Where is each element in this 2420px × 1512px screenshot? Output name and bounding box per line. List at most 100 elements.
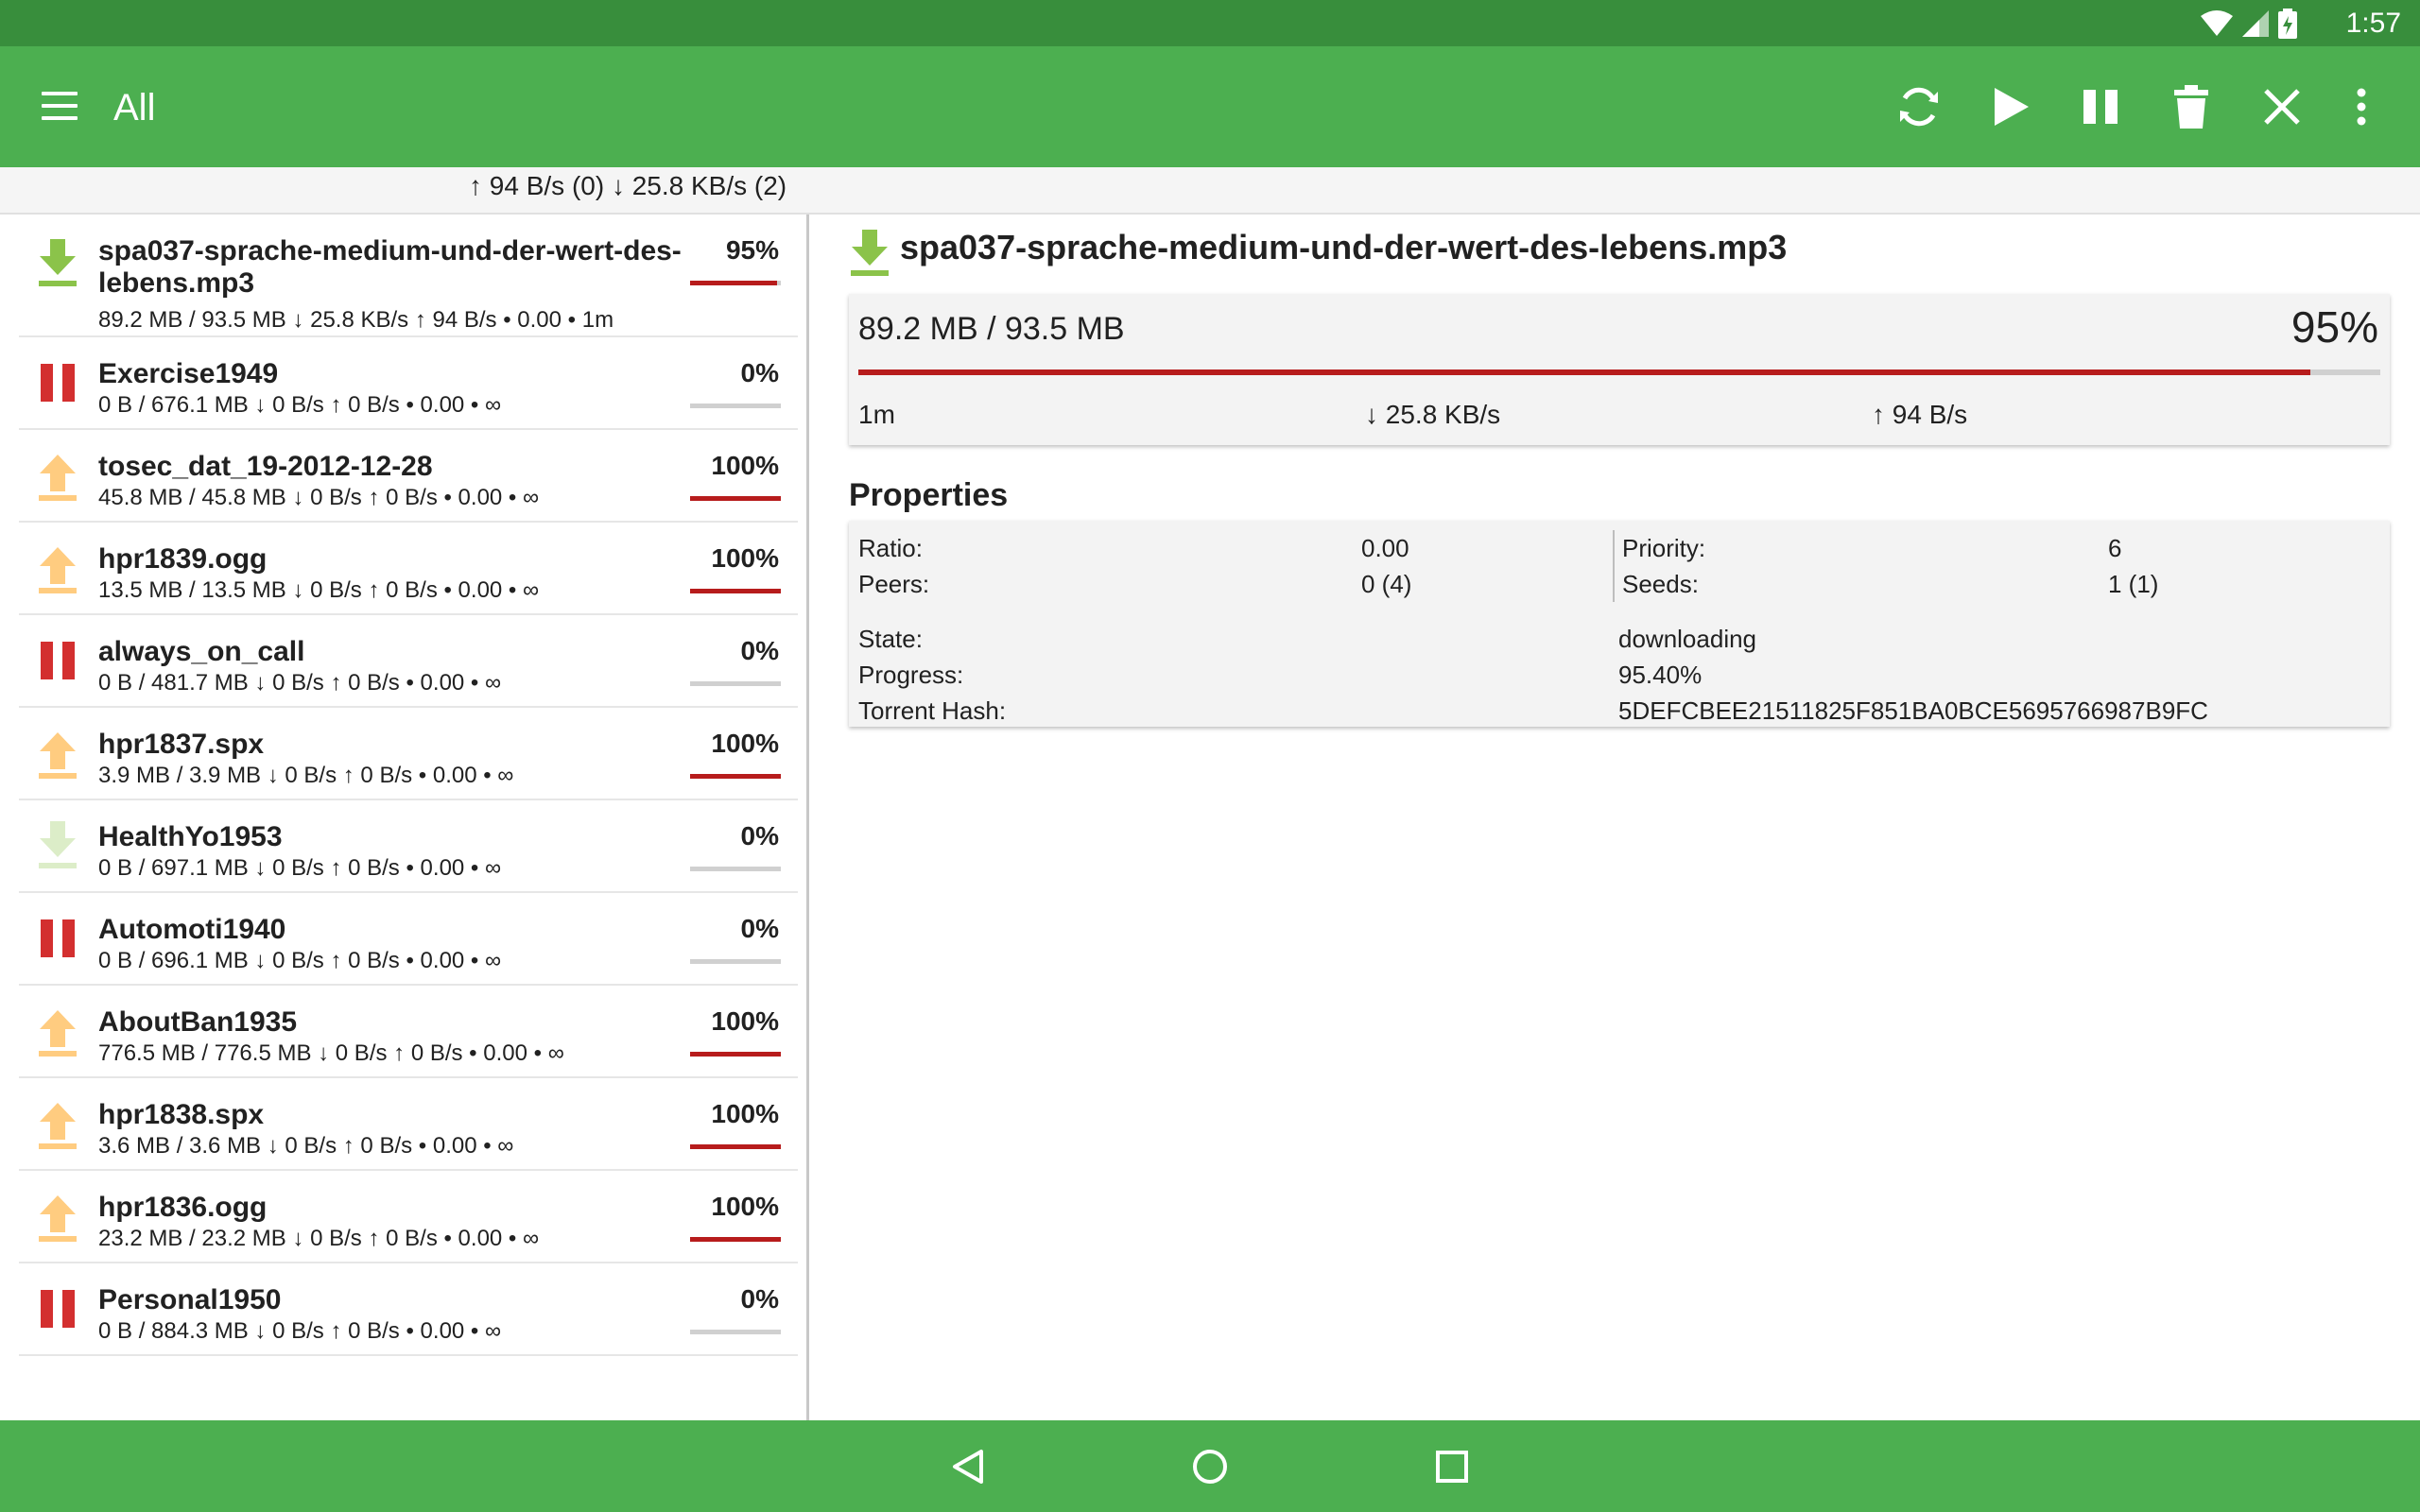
torrent-row[interactable]: hpr1837.spx 3.9 MB / 3.9 MB ↓ 0 B/s ↑ 0 B…	[19, 708, 798, 800]
pause-all-button[interactable]	[2070, 77, 2131, 137]
torrent-progress-bar	[690, 1237, 781, 1242]
hash-label: Torrent Hash:	[858, 696, 1007, 725]
torrent-row[interactable]: Exercise1949 0 B / 676.1 MB ↓ 0 B/s ↑ 0 B…	[19, 337, 798, 430]
torrent-row[interactable]: HealthYo1953 0 B / 697.1 MB ↓ 0 B/s ↑ 0 B…	[19, 800, 798, 893]
torrent-row[interactable]: Personal1950 0 B / 884.3 MB ↓ 0 B/s ↑ 0 B…	[19, 1263, 798, 1356]
trash-icon	[2174, 85, 2208, 129]
torrent-row[interactable]: hpr1838.spx 3.6 MB / 3.6 MB ↓ 0 B/s ↑ 0 B…	[19, 1078, 798, 1171]
detail-size: 89.2 MB / 93.5 MB	[858, 311, 1125, 347]
priority-label: Priority:	[1622, 534, 1706, 562]
torrent-progress-bar	[690, 959, 781, 964]
ratio-label: Ratio:	[858, 534, 923, 562]
torrent-progress-fill	[690, 774, 781, 779]
upload-arrow-icon	[34, 1003, 81, 1059]
play-icon	[1995, 88, 2029, 126]
ratio-value: 0.00	[1361, 534, 1409, 562]
torrent-info: 0 B / 884.3 MB ↓ 0 B/s ↑ 0 B/s • 0.00 • …	[98, 1318, 502, 1344]
torrent-progress-bar	[690, 867, 781, 871]
torrent-progress-fill	[690, 496, 781, 501]
download-arrow-icon	[34, 235, 81, 292]
system-status-bar: 1:57	[0, 0, 2420, 46]
torrent-percent: 0%	[740, 821, 779, 850]
progress-value: 95.40%	[1618, 661, 1703, 689]
speed-summary: ↑ 94 B/s (0) ↓ 25.8 KB/s (2)	[469, 171, 787, 200]
torrent-name: hpr1838.spx	[98, 1099, 265, 1130]
state-value: downloading	[1618, 625, 1757, 653]
torrent-row[interactable]: hpr1836.ogg 23.2 MB / 23.2 MB ↓ 0 B/s ↑ 0…	[19, 1171, 798, 1263]
torrent-row[interactable]: hpr1839.ogg 13.5 MB / 13.5 MB ↓ 0 B/s ↑ 0…	[19, 523, 798, 615]
refresh-button[interactable]	[1889, 77, 1949, 137]
detail-upload-speed: ↑ 94 B/s	[1872, 400, 1968, 429]
torrent-progress-fill	[690, 281, 777, 285]
torrent-progress-bar	[690, 496, 781, 501]
torrent-percent: 95%	[725, 235, 779, 265]
torrent-percent: 100%	[711, 543, 779, 573]
delete-button[interactable]	[2161, 77, 2221, 137]
torrent-percent: 0%	[740, 1284, 779, 1314]
upload-arrow-icon	[34, 1095, 81, 1152]
transfer-card: 89.2 MB / 93.5 MB 95% 1m ↓ 25.8 KB/s ↑ 9…	[849, 294, 2390, 445]
remove-button[interactable]	[2252, 77, 2312, 137]
torrent-info: 0 B / 481.7 MB ↓ 0 B/s ↑ 0 B/s • 0.00 • …	[98, 670, 502, 696]
torrent-progress-bar	[690, 681, 781, 686]
upload-arrow-icon	[34, 447, 81, 504]
torrent-info: 3.9 MB / 3.9 MB ↓ 0 B/s ↑ 0 B/s • 0.00 •…	[98, 763, 514, 788]
recents-button[interactable]	[1428, 1443, 1476, 1490]
torrent-progress-fill	[690, 589, 781, 593]
torrent-info: 13.5 MB / 13.5 MB ↓ 0 B/s ↑ 0 B/s • 0.00…	[98, 577, 540, 603]
system-navigation-bar	[0, 1420, 2420, 1512]
torrent-progress-fill	[690, 1052, 781, 1057]
torrent-percent: 100%	[711, 1099, 779, 1128]
torrent-name: spa037-sprache-medium-und-der-wert-des-l…	[98, 235, 682, 299]
app-bar: All	[0, 46, 2420, 167]
torrent-name: hpr1839.ogg	[98, 543, 268, 575]
status-time: 1:57	[2345, 8, 2401, 39]
torrent-name: hpr1837.spx	[98, 729, 265, 760]
seeds-value: 1 (1)	[2108, 570, 2159, 598]
overflow-menu-button[interactable]	[2331, 77, 2392, 137]
refresh-icon	[1900, 87, 1938, 127]
torrent-row[interactable]: always_on_call 0 B / 481.7 MB ↓ 0 B/s ↑ 0…	[19, 615, 798, 708]
torrent-progress-fill	[690, 1144, 781, 1149]
torrent-percent: 100%	[711, 1192, 779, 1221]
torrent-info: 3.6 MB / 3.6 MB ↓ 0 B/s ↑ 0 B/s • 0.00 •…	[98, 1133, 514, 1159]
upload-arrow-icon	[34, 725, 81, 782]
wifi-icon	[2201, 10, 2233, 36]
torrent-name: Personal1950	[98, 1284, 282, 1315]
torrent-list: spa037-sprache-medium-und-der-wert-des-l…	[0, 215, 809, 1420]
progress-label: Progress:	[858, 661, 964, 689]
torrent-row[interactable]: Automoti1940 0 B / 696.1 MB ↓ 0 B/s ↑ 0 B…	[19, 893, 798, 986]
back-button[interactable]	[944, 1443, 992, 1490]
cell-signal-icon	[2242, 10, 2269, 37]
menu-icon[interactable]	[42, 92, 79, 122]
torrent-name: Automoti1940	[98, 914, 286, 945]
download-arrow-icon	[34, 817, 81, 874]
upload-arrow-icon	[34, 540, 81, 596]
torrent-name: tosec_dat_19-2012-12-28	[98, 451, 433, 482]
torrent-info: 0 B / 697.1 MB ↓ 0 B/s ↑ 0 B/s • 0.00 • …	[98, 855, 502, 881]
torrent-name: AboutBan1935	[98, 1006, 298, 1038]
torrent-progress-bar	[690, 1330, 781, 1334]
peers-label: Peers:	[858, 570, 930, 598]
recents-icon	[1436, 1451, 1468, 1483]
pause-icon	[34, 1280, 81, 1337]
detail-title: spa037-sprache-medium-und-der-wert-des-l…	[900, 228, 1788, 266]
torrent-percent: 0%	[740, 914, 779, 943]
torrent-row[interactable]: tosec_dat_19-2012-12-28 45.8 MB / 45.8 MB…	[19, 430, 798, 523]
torrent-progress-bar	[690, 774, 781, 779]
torrent-percent: 0%	[740, 636, 779, 665]
torrent-percent: 0%	[740, 358, 779, 387]
detail-percent: 95%	[2290, 302, 2378, 352]
torrent-progress-bar	[690, 404, 781, 408]
home-button[interactable]	[1186, 1443, 1234, 1490]
torrent-row[interactable]: AboutBan1935 776.5 MB / 776.5 MB ↓ 0 B/s …	[19, 986, 798, 1078]
torrent-name: HealthYo1953	[98, 821, 283, 852]
home-icon	[1193, 1450, 1227, 1484]
pause-icon	[2083, 90, 2118, 124]
state-label: State:	[858, 625, 923, 653]
torrent-row[interactable]: spa037-sprache-medium-und-der-wert-des-l…	[19, 215, 798, 337]
torrent-progress-fill	[690, 1237, 781, 1242]
resume-all-button[interactable]	[1979, 77, 2040, 137]
properties-divider	[1613, 530, 1615, 602]
torrent-name: Exercise1949	[98, 358, 279, 389]
